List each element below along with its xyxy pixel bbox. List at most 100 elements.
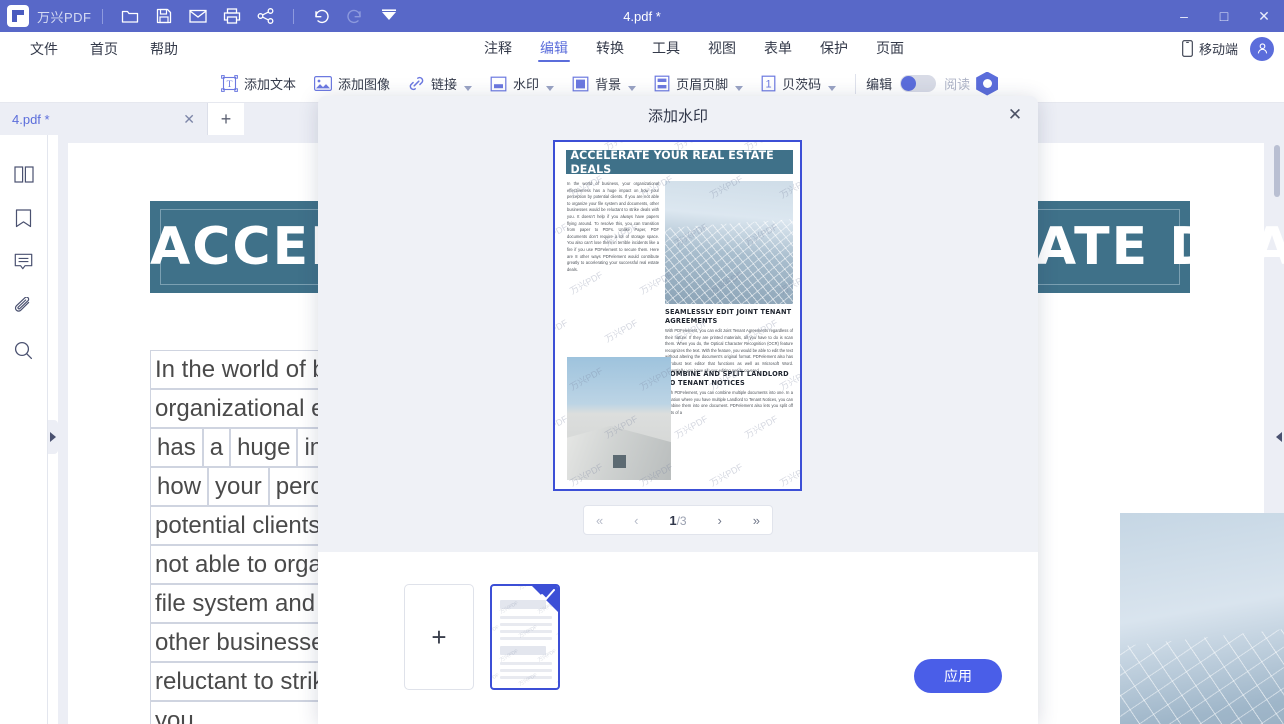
app-logo-icon: [7, 5, 29, 27]
thumb-line: [500, 637, 552, 640]
bookmark-icon[interactable]: [11, 205, 37, 231]
text-token[interactable]: how: [150, 467, 208, 506]
chevron-down-icon[interactable]: [828, 86, 836, 91]
mobile-link[interactable]: 移动端: [1182, 39, 1238, 58]
thumb-line: [500, 662, 552, 665]
thumbnails-icon[interactable]: [11, 161, 37, 187]
chevron-down-icon[interactable]: [628, 86, 636, 91]
document-tab-label: 4.pdf *: [12, 112, 183, 127]
apply-button[interactable]: 应用: [914, 659, 1002, 693]
print-icon[interactable]: [218, 2, 246, 30]
background-icon: [572, 76, 589, 92]
watermark-text: 万兴PDF: [492, 671, 500, 687]
menu-file[interactable]: 文件: [14, 39, 74, 59]
link-label: 链接: [431, 74, 457, 93]
add-image-button[interactable]: 添加图像: [305, 69, 399, 99]
bates-number-label: 贝茨码: [782, 74, 821, 93]
mode-switch[interactable]: [900, 75, 936, 92]
thumb-line: [500, 623, 552, 626]
chevron-down-icon[interactable]: [464, 86, 472, 91]
menu-home[interactable]: 首页: [74, 39, 134, 59]
minimize-button[interactable]: –: [1164, 0, 1204, 32]
watermark-text: 万兴PDF: [602, 316, 640, 345]
thumb-line: [500, 676, 552, 679]
maximize-button[interactable]: □: [1204, 0, 1244, 32]
tab-page[interactable]: 页面: [862, 32, 918, 65]
header-footer-button[interactable]: 页眉页脚: [645, 69, 752, 99]
watermark-text: 万兴PDF: [555, 316, 570, 345]
first-page-button[interactable]: «: [596, 513, 603, 528]
email-icon[interactable]: [184, 2, 212, 30]
chevron-down-icon[interactable]: [546, 86, 554, 91]
preview-hero: ACCELERATE YOUR REAL ESTATE DEALS: [566, 150, 793, 174]
tab-view[interactable]: 视图: [694, 32, 750, 65]
rail-expand-handle[interactable]: [48, 420, 58, 454]
edit-mode-label: 编辑: [866, 74, 892, 93]
image-icon: [314, 76, 332, 91]
add-image-label: 添加图像: [338, 74, 390, 93]
right-panel-handle[interactable]: [1274, 420, 1284, 454]
search-icon[interactable]: [11, 337, 37, 363]
background-button[interactable]: 背景: [563, 69, 645, 99]
document-tab[interactable]: 4.pdf * ✕: [0, 103, 208, 135]
comment-icon[interactable]: [11, 249, 37, 275]
attachment-icon[interactable]: [11, 293, 37, 319]
close-icon[interactable]: ✕: [1004, 104, 1026, 126]
vertical-scrollbar[interactable]: [1274, 145, 1280, 197]
tab-convert[interactable]: 转换: [582, 32, 638, 65]
preview-pagination: « ‹ 1/3 › »: [583, 505, 773, 535]
link-icon: [408, 75, 425, 92]
watermark-text: 万兴PDF: [492, 586, 500, 592]
total-pages: /3: [677, 514, 687, 528]
next-page-button[interactable]: ›: [718, 513, 722, 528]
ribbon-divider: [855, 74, 856, 94]
menu-help[interactable]: 帮助: [134, 39, 194, 59]
edit-read-toggle[interactable]: 编辑 阅读: [866, 74, 970, 93]
thumb-line: [500, 600, 546, 609]
save-icon[interactable]: [150, 2, 178, 30]
avatar[interactable]: [1250, 37, 1274, 61]
text-token[interactable]: your: [208, 467, 269, 506]
last-page-button[interactable]: »: [753, 513, 760, 528]
watermark-text: 万兴PDF: [556, 671, 558, 687]
dialog-title: 添加水印: [648, 105, 708, 126]
menu-far-group: 移动端: [1182, 37, 1274, 61]
page-indicator: 1/3: [669, 513, 686, 528]
bates-number-button[interactable]: 1 贝茨码: [752, 69, 845, 99]
prev-page-button[interactable]: ‹: [634, 513, 638, 528]
window-controls: – □ ✕: [1164, 0, 1284, 32]
text-token[interactable]: a: [203, 428, 230, 467]
link-button[interactable]: 链接: [399, 69, 481, 99]
watermark-thumbnail-1[interactable]: 万兴PDF万兴PDF万兴PDF万兴PDF万兴PDF万兴PDF万兴PDF万兴PDF…: [490, 584, 560, 690]
text-token[interactable]: has: [150, 428, 203, 467]
watermark-preview[interactable]: ACCELERATE YOUR REAL ESTATE DEALS In the…: [553, 140, 802, 491]
add-watermark-thumbnail[interactable]: +: [404, 584, 474, 690]
close-button[interactable]: ✕: [1244, 0, 1284, 32]
watermark-template-area: + 万兴PDF万兴PDF万兴PDF万兴PDF万兴PDF万兴PDF万兴PDF万兴P…: [318, 552, 1038, 724]
text-token[interactable]: huge: [230, 428, 297, 467]
document-photo: [1120, 513, 1284, 724]
ribbon-tabs: 注释 编辑 转换 工具 视图 表单 保护 页面: [470, 32, 918, 65]
titlebar-divider-2: [293, 9, 294, 24]
undo-icon[interactable]: [307, 2, 335, 30]
tab-protect[interactable]: 保护: [806, 32, 862, 65]
more-tools-icon[interactable]: [375, 2, 403, 30]
header-footer-icon: [654, 75, 670, 92]
open-folder-icon[interactable]: [116, 2, 144, 30]
new-tab-button[interactable]: +: [208, 103, 244, 135]
tab-edit[interactable]: 编辑: [526, 32, 582, 65]
tab-form[interactable]: 表单: [750, 32, 806, 65]
thumb-line: [500, 630, 552, 633]
watermark-icon: [490, 76, 507, 92]
preview-body-2: With PDFelement, you can combine multipl…: [665, 390, 793, 416]
add-text-button[interactable]: T 添加文本: [212, 69, 305, 99]
check-icon: [541, 589, 555, 601]
close-icon[interactable]: ✕: [183, 111, 195, 128]
tab-annotate[interactable]: 注释: [470, 32, 526, 65]
chevron-down-icon[interactable]: [735, 86, 743, 91]
settings-hex-button[interactable]: [976, 72, 998, 96]
watermark-button[interactable]: 水印: [481, 69, 563, 99]
preview-heading-1: SEAMLESSLY EDIT JOINT TENANT AGREEMENTS: [665, 308, 793, 326]
share-icon[interactable]: [252, 2, 280, 30]
tab-tools[interactable]: 工具: [638, 32, 694, 65]
